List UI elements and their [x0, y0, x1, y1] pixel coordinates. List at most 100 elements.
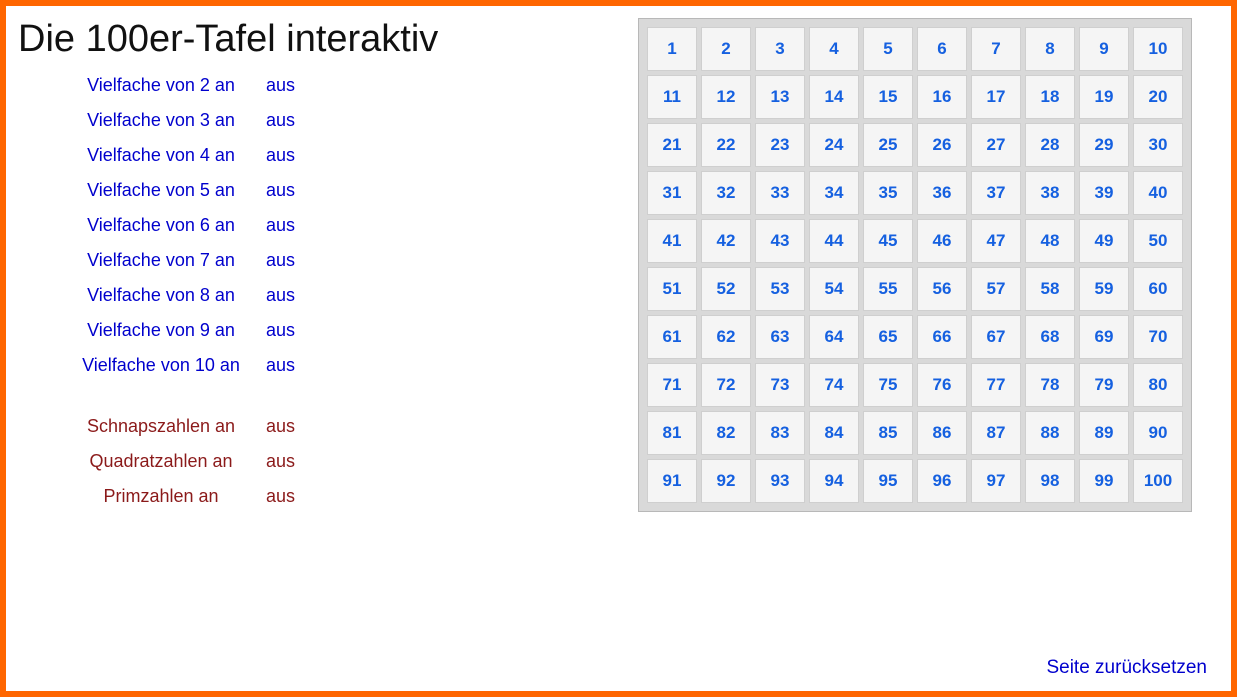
number-cell-10[interactable]: 10 [1133, 27, 1183, 71]
number-cell-70[interactable]: 70 [1133, 315, 1183, 359]
number-cell-23[interactable]: 23 [755, 123, 805, 167]
number-cell-27[interactable]: 27 [971, 123, 1021, 167]
number-cell-64[interactable]: 64 [809, 315, 859, 359]
number-cell-51[interactable]: 51 [647, 267, 697, 311]
number-cell-55[interactable]: 55 [863, 267, 913, 311]
number-cell-18[interactable]: 18 [1025, 75, 1075, 119]
number-cell-26[interactable]: 26 [917, 123, 967, 167]
number-cell-33[interactable]: 33 [755, 171, 805, 215]
number-cell-12[interactable]: 12 [701, 75, 751, 119]
number-cell-94[interactable]: 94 [809, 459, 859, 503]
number-cell-34[interactable]: 34 [809, 171, 859, 215]
number-cell-77[interactable]: 77 [971, 363, 1021, 407]
schnaps-off-link[interactable]: aus [266, 416, 295, 437]
number-cell-41[interactable]: 41 [647, 219, 697, 263]
prim-off-link[interactable]: aus [266, 486, 295, 507]
multiples-4-off-link[interactable]: aus [266, 145, 295, 166]
number-cell-66[interactable]: 66 [917, 315, 967, 359]
number-cell-47[interactable]: 47 [971, 219, 1021, 263]
number-cell-39[interactable]: 39 [1079, 171, 1129, 215]
multiples-8-off-link[interactable]: aus [266, 285, 295, 306]
reset-page-link[interactable]: Seite zurücksetzen [18, 657, 1211, 679]
number-cell-68[interactable]: 68 [1025, 315, 1075, 359]
multiples-8-on-link[interactable]: Vielfache von 8 an [56, 285, 266, 306]
number-cell-4[interactable]: 4 [809, 27, 859, 71]
number-cell-91[interactable]: 91 [647, 459, 697, 503]
number-cell-15[interactable]: 15 [863, 75, 913, 119]
number-cell-20[interactable]: 20 [1133, 75, 1183, 119]
number-cell-53[interactable]: 53 [755, 267, 805, 311]
multiples-10-on-link[interactable]: Vielfache von 10 an [56, 355, 266, 376]
number-cell-14[interactable]: 14 [809, 75, 859, 119]
multiples-5-on-link[interactable]: Vielfache von 5 an [56, 180, 266, 201]
number-cell-43[interactable]: 43 [755, 219, 805, 263]
number-cell-13[interactable]: 13 [755, 75, 805, 119]
multiples-6-off-link[interactable]: aus [266, 215, 295, 236]
multiples-7-off-link[interactable]: aus [266, 250, 295, 271]
number-cell-71[interactable]: 71 [647, 363, 697, 407]
number-cell-82[interactable]: 82 [701, 411, 751, 455]
schnaps-on-link[interactable]: Schnapszahlen an [56, 416, 266, 437]
number-cell-83[interactable]: 83 [755, 411, 805, 455]
number-cell-86[interactable]: 86 [917, 411, 967, 455]
number-cell-73[interactable]: 73 [755, 363, 805, 407]
number-cell-87[interactable]: 87 [971, 411, 1021, 455]
number-cell-5[interactable]: 5 [863, 27, 913, 71]
number-cell-80[interactable]: 80 [1133, 363, 1183, 407]
number-cell-45[interactable]: 45 [863, 219, 913, 263]
number-cell-11[interactable]: 11 [647, 75, 697, 119]
number-cell-76[interactable]: 76 [917, 363, 967, 407]
number-cell-32[interactable]: 32 [701, 171, 751, 215]
number-cell-59[interactable]: 59 [1079, 267, 1129, 311]
number-cell-57[interactable]: 57 [971, 267, 1021, 311]
number-cell-48[interactable]: 48 [1025, 219, 1075, 263]
number-cell-100[interactable]: 100 [1133, 459, 1183, 503]
number-cell-79[interactable]: 79 [1079, 363, 1129, 407]
number-cell-1[interactable]: 1 [647, 27, 697, 71]
number-cell-30[interactable]: 30 [1133, 123, 1183, 167]
number-cell-56[interactable]: 56 [917, 267, 967, 311]
number-cell-22[interactable]: 22 [701, 123, 751, 167]
number-cell-96[interactable]: 96 [917, 459, 967, 503]
number-cell-16[interactable]: 16 [917, 75, 967, 119]
number-cell-7[interactable]: 7 [971, 27, 1021, 71]
number-cell-50[interactable]: 50 [1133, 219, 1183, 263]
quadrat-on-link[interactable]: Quadratzahlen an [56, 451, 266, 472]
number-cell-42[interactable]: 42 [701, 219, 751, 263]
number-cell-62[interactable]: 62 [701, 315, 751, 359]
number-cell-58[interactable]: 58 [1025, 267, 1075, 311]
number-cell-21[interactable]: 21 [647, 123, 697, 167]
number-cell-74[interactable]: 74 [809, 363, 859, 407]
number-cell-19[interactable]: 19 [1079, 75, 1129, 119]
number-cell-24[interactable]: 24 [809, 123, 859, 167]
multiples-2-on-link[interactable]: Vielfache von 2 an [56, 75, 266, 96]
number-cell-6[interactable]: 6 [917, 27, 967, 71]
number-cell-36[interactable]: 36 [917, 171, 967, 215]
number-cell-69[interactable]: 69 [1079, 315, 1129, 359]
number-cell-65[interactable]: 65 [863, 315, 913, 359]
number-cell-46[interactable]: 46 [917, 219, 967, 263]
number-cell-98[interactable]: 98 [1025, 459, 1075, 503]
multiples-3-on-link[interactable]: Vielfache von 3 an [56, 110, 266, 131]
number-cell-40[interactable]: 40 [1133, 171, 1183, 215]
number-cell-75[interactable]: 75 [863, 363, 913, 407]
number-cell-2[interactable]: 2 [701, 27, 751, 71]
number-cell-61[interactable]: 61 [647, 315, 697, 359]
prim-on-link[interactable]: Primzahlen an [56, 486, 266, 507]
number-cell-81[interactable]: 81 [647, 411, 697, 455]
multiples-9-on-link[interactable]: Vielfache von 9 an [56, 320, 266, 341]
number-cell-38[interactable]: 38 [1025, 171, 1075, 215]
number-cell-52[interactable]: 52 [701, 267, 751, 311]
multiples-9-off-link[interactable]: aus [266, 320, 295, 341]
number-cell-88[interactable]: 88 [1025, 411, 1075, 455]
number-cell-63[interactable]: 63 [755, 315, 805, 359]
multiples-5-off-link[interactable]: aus [266, 180, 295, 201]
number-cell-28[interactable]: 28 [1025, 123, 1075, 167]
multiples-7-on-link[interactable]: Vielfache von 7 an [56, 250, 266, 271]
number-cell-35[interactable]: 35 [863, 171, 913, 215]
quadrat-off-link[interactable]: aus [266, 451, 295, 472]
number-cell-9[interactable]: 9 [1079, 27, 1129, 71]
multiples-2-off-link[interactable]: aus [266, 75, 295, 96]
number-cell-31[interactable]: 31 [647, 171, 697, 215]
number-cell-49[interactable]: 49 [1079, 219, 1129, 263]
